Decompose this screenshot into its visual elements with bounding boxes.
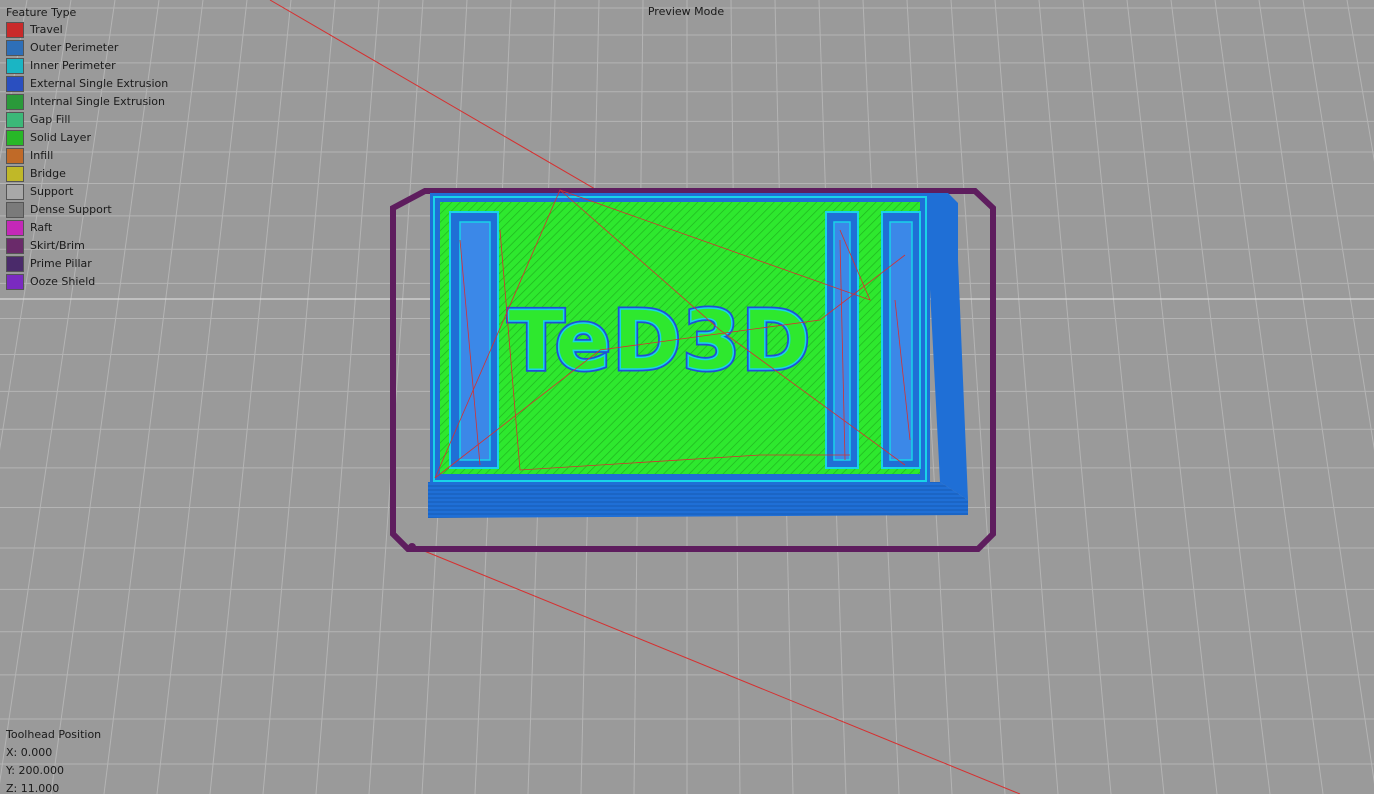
legend-label: Support [30,185,74,198]
toolhead-y: Y: 200.000 [6,764,64,777]
toolhead-marker [408,543,416,551]
legend-swatch [6,202,24,218]
legend-item: Travel [6,21,168,39]
left-slot-inner [459,221,491,461]
legend-label: Travel [30,23,63,36]
legend-swatch [6,184,24,200]
preview-viewport[interactable]: TeD3D TeD3D Feature Type Travel Outer Per… [0,0,1374,794]
legend-label: Dense Support [30,203,112,216]
legend-item: Support [6,183,168,201]
model-side-front [428,482,968,518]
legend-item: Internal Single Extrusion [6,93,168,111]
legend-swatch [6,238,24,254]
legend-swatch [6,112,24,128]
legend-item: Infill [6,147,168,165]
legend-item: Solid Layer [6,129,168,147]
legend-item: Inner Perimeter [6,57,168,75]
model-side-right [925,193,968,500]
legend-swatch [6,130,24,146]
legend-item: Raft [6,219,168,237]
legend-label: Outer Perimeter [30,41,119,54]
legend-label: Infill [30,149,54,162]
preview-mode-label: Preview Mode [647,5,725,18]
legend-label: Solid Layer [30,131,91,144]
legend-label: External Single Extrusion [30,77,169,90]
legend-item: Ooze Shield [6,273,168,291]
legend-swatch [6,256,24,272]
legend-swatch [6,58,24,74]
legend-swatch [6,94,24,110]
legend-label: Prime Pillar [30,257,92,270]
legend-item: Bridge [6,165,168,183]
legend-label: Gap Fill [30,113,71,126]
legend-item: Prime Pillar [6,255,168,273]
legend-title: Feature Type [6,6,77,19]
legend-item: External Single Extrusion [6,75,168,93]
legend-label: Inner Perimeter [30,59,116,72]
travel-line-lower [411,545,1021,794]
legend-swatch [6,76,24,92]
toolhead-x: X: 0.000 [6,746,53,759]
legend-label: Ooze Shield [30,275,96,288]
toolhead-title: Toolhead Position [6,728,102,741]
legend-item: Skirt/Brim [6,237,168,255]
legend-label: Bridge [30,167,66,180]
legend-swatch [6,22,24,38]
legend-label: Skirt/Brim [30,239,85,252]
legend-item: Dense Support [6,201,168,219]
legend-item: Gap Fill [6,111,168,129]
legend-swatch [6,166,24,182]
toolhead-z: Z: 11.000 [6,782,60,794]
3d-preview-canvas[interactable]: TeD3D TeD3D [0,0,1374,794]
feature-type-legend: Feature Type Travel Outer Perimeter Inner … [6,5,168,291]
legend-swatch [6,274,24,290]
legend-label: Internal Single Extrusion [30,95,165,108]
legend-label: Raft [30,221,53,234]
legend-swatch [6,148,24,164]
toolhead-position-panel: Toolhead Position X: 0.000 Y: 200.000 Z:… [6,726,101,794]
legend-swatch [6,220,24,236]
legend-item: Outer Perimeter [6,39,168,57]
legend-swatch [6,40,24,56]
